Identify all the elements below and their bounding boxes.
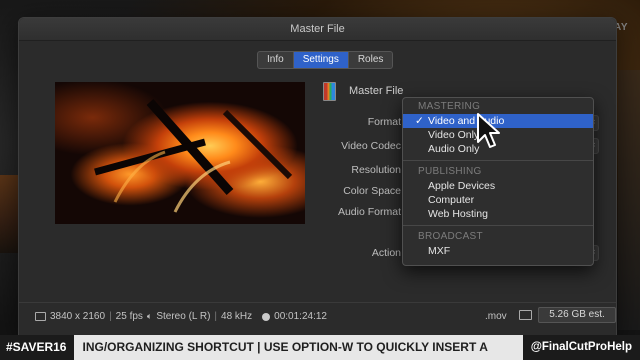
dialog-title: Master File — [19, 18, 616, 41]
size-estimate: 5.26 GB est. — [538, 307, 616, 323]
video-codec-label: Video Codec — [341, 140, 401, 152]
master-file-icon — [323, 82, 336, 101]
menu-item-mxf[interactable]: MXF — [403, 244, 593, 258]
news-ticker: #SAVER16 ING/ORGANIZING SHORTCUT | USE O… — [0, 335, 640, 360]
frame-size-icon — [35, 312, 46, 321]
menu-item-computer[interactable]: Computer — [403, 193, 593, 207]
sample-rate-value: 48 kHz — [221, 311, 253, 322]
file-extension: .mov — [485, 311, 507, 322]
file-info: 3840 x 2160 | 25 fps 🔈︎ Stereo (L R) | 4… — [35, 311, 327, 322]
checkmark-icon: ✓ — [415, 115, 424, 127]
menu-divider — [403, 225, 593, 226]
menu-section-broadcast: BROADCAST — [418, 231, 483, 242]
menu-item-apple-devices[interactable]: Apple Devices — [403, 179, 593, 193]
ticker-text: ING/ORGANIZING SHORTCUT | USE OPTION-W T… — [82, 340, 488, 354]
background-clip-left — [0, 175, 18, 253]
menu-item-web-hosting[interactable]: Web Hosting — [403, 207, 593, 221]
audio-format-label: Audio Format — [337, 206, 401, 218]
monitor-icon — [519, 310, 532, 320]
speaker-icon: 🔈︎ — [146, 311, 153, 321]
background-clip-right — [618, 70, 640, 330]
color-space-label: Color Space — [343, 185, 401, 197]
mouse-cursor-icon — [477, 113, 500, 148]
fps-value: 25 fps — [115, 311, 143, 322]
video-thumbnail — [55, 82, 305, 224]
ticker-handle: @FinalCutProHelp — [522, 335, 640, 360]
resolution-value: 3840 x 2160 — [50, 311, 106, 322]
audio-channels-value: Stereo (L R) — [156, 311, 211, 322]
tab-info[interactable]: Info — [258, 52, 294, 68]
ticker-tag: #SAVER16 — [0, 335, 75, 360]
menu-section-publishing: PUBLISHING — [418, 166, 482, 177]
menu-divider — [403, 160, 593, 161]
tab-settings[interactable]: Settings — [293, 52, 349, 68]
format-label: Format — [367, 116, 401, 128]
action-label: Action — [371, 247, 401, 259]
resolution-label: Resolution — [351, 164, 401, 176]
clock-icon — [262, 312, 271, 321]
tab-bar: Info Settings Roles — [257, 51, 394, 69]
dialog-footer: 3840 x 2160 | 25 fps 🔈︎ Stereo (L R) | 4… — [19, 302, 616, 337]
tab-roles[interactable]: Roles — [349, 52, 393, 68]
duration-value: 00:01:24:12 — [274, 311, 327, 322]
master-file-label: Master File — [349, 85, 404, 97]
